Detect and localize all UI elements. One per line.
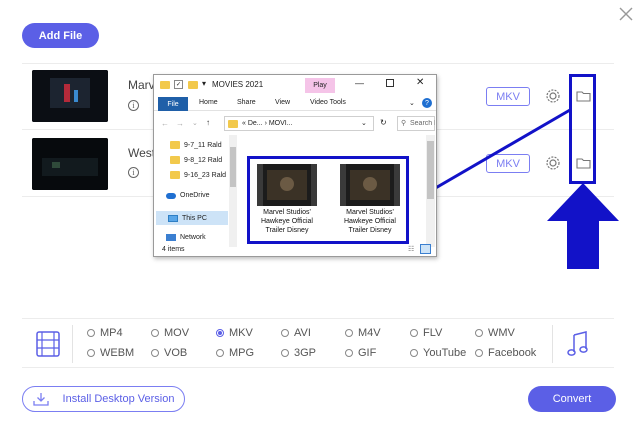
large-icons-view-icon[interactable]	[420, 244, 431, 254]
sidebar-item-network[interactable]: Network	[166, 234, 206, 241]
items-count: 4 items	[162, 246, 185, 253]
computer-icon	[168, 214, 178, 222]
maximize-icon[interactable]	[386, 79, 394, 87]
file-name: West	[128, 146, 156, 160]
folder-icon	[188, 81, 198, 89]
output-format-select[interactable]: MKV	[486, 87, 530, 106]
download-icon	[32, 393, 49, 406]
info-icon[interactable]: i	[128, 167, 139, 178]
info-icon[interactable]: i	[128, 100, 139, 111]
chevron-down-icon[interactable]: ⌄	[361, 119, 367, 127]
sidebar-folder[interactable]: 9-7_11 Rald	[170, 141, 222, 149]
format-option-flv[interactable]: FLV	[410, 327, 442, 339]
music-note-icon[interactable]	[567, 331, 589, 357]
menu-share[interactable]: Share	[237, 99, 256, 106]
settings-gear-icon[interactable]	[545, 88, 561, 104]
recent-dropdown-icon[interactable]: ⌄	[192, 119, 198, 127]
menu-file[interactable]: File	[158, 97, 188, 111]
menu-video-tools[interactable]: Video Tools	[310, 99, 346, 106]
video-caption: Marvel Studios' Hawkeye Official Trailer…	[260, 209, 313, 234]
video-thumbnail	[340, 164, 400, 206]
chevron-down-icon[interactable]: ⌄	[409, 99, 415, 107]
address-bar[interactable]: « De... › MOVI... ⌄	[224, 116, 374, 131]
convert-button[interactable]: Convert	[528, 386, 616, 412]
format-option-gif[interactable]: GIF	[345, 347, 376, 359]
up-folder-icon[interactable]: ↑	[206, 118, 210, 127]
format-option-avi[interactable]: AVI	[281, 327, 311, 339]
search-box[interactable]: ⚲ Search M...	[397, 116, 435, 131]
sidebar-item-onedrive[interactable]: OneDrive	[166, 192, 210, 199]
format-option-m4v[interactable]: M4V	[345, 327, 381, 339]
dropdown-icon[interactable]: ▾	[202, 79, 206, 88]
sidebar-item-this-pc[interactable]: This PC	[156, 211, 228, 225]
format-option-mov[interactable]: MOV	[151, 327, 189, 339]
divider	[72, 325, 73, 363]
folder-icon	[160, 81, 170, 89]
close-icon[interactable]	[618, 6, 634, 22]
video-format-icon[interactable]	[36, 331, 60, 357]
cloud-icon	[166, 192, 176, 199]
format-option-vob[interactable]: VOB	[151, 347, 187, 359]
video-thumbnail	[257, 164, 317, 206]
help-icon[interactable]: ?	[422, 98, 432, 108]
format-option-wmv[interactable]: WMV	[475, 327, 515, 339]
install-desktop-button[interactable]: Install Desktop Version	[22, 386, 185, 412]
content-scrollbar[interactable]	[426, 135, 435, 247]
forward-arrow-icon[interactable]: →	[176, 119, 184, 128]
format-option-webm[interactable]: WEBM	[87, 347, 134, 359]
explorer-menu: File Home Share View Video Tools ⌄ ?	[154, 97, 436, 111]
search-icon: ⚲	[401, 120, 407, 127]
details-view-icon[interactable]: ☷	[408, 245, 414, 253]
add-file-button[interactable]: Add File	[22, 23, 99, 48]
folder-icon	[170, 141, 180, 149]
minimize-icon[interactable]: —	[355, 78, 364, 88]
video-caption: Marvel Studios' Hawkeye Official Trailer…	[343, 209, 396, 234]
up-arrow-icon	[547, 183, 619, 269]
back-arrow-icon[interactable]: ←	[161, 119, 169, 128]
window-title: MOVIES 2021	[212, 80, 264, 89]
video-file-item[interactable]: Marvel Studios' Hawkeye Official Trailer…	[335, 164, 405, 235]
format-option-facebook[interactable]: Facebook	[475, 347, 536, 359]
video-thumbnail	[32, 138, 108, 190]
video-thumbnail	[32, 70, 108, 122]
format-option-mkv[interactable]: MKV	[216, 327, 253, 339]
format-option-3gp[interactable]: 3GP	[281, 347, 316, 359]
sidebar-scrollbar[interactable]	[229, 135, 237, 247]
file-name: Marv	[128, 78, 155, 92]
folder-icon	[228, 120, 238, 128]
play-tab[interactable]: Play	[305, 78, 335, 93]
search-placeholder: Search M...	[410, 120, 435, 127]
network-icon	[166, 234, 176, 241]
format-option-youtube[interactable]: YouTube	[410, 347, 466, 359]
video-file-item[interactable]: Marvel Studios' Hawkeye Official Trailer…	[252, 164, 322, 235]
format-option-mp4[interactable]: MP4	[87, 327, 123, 339]
address-path: « De... › MOVI...	[242, 120, 293, 127]
format-panel	[22, 318, 614, 368]
menu-view[interactable]: View	[275, 99, 290, 106]
refresh-icon[interactable]: ↻	[380, 118, 387, 127]
format-option-mpg[interactable]: MPG	[216, 347, 254, 359]
folder-icon	[170, 156, 180, 164]
folder-icon	[170, 171, 180, 179]
close-icon[interactable]: ✕	[416, 77, 424, 88]
checkbox-icon[interactable]: ✓	[174, 80, 183, 89]
sidebar-folder[interactable]: 9-16_23 Rald	[170, 171, 226, 179]
menu-home[interactable]: Home	[199, 99, 218, 106]
explorer-titlebar: ✓ ▾ MOVIES 2021 Play — ✕	[154, 75, 436, 95]
sidebar-folder[interactable]: 9-8_12 Rald	[170, 156, 222, 164]
divider	[552, 325, 553, 363]
